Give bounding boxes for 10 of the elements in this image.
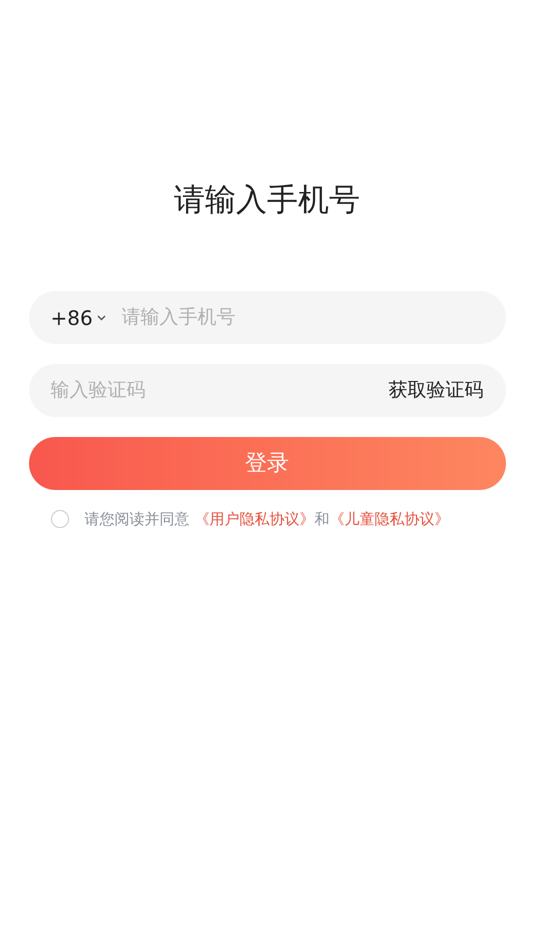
code-field[interactable]: 输入验证码 获取验证码 <box>28 364 506 417</box>
phone-field[interactable]: +86 请输入手机号 <box>28 291 506 344</box>
country-code-selector[interactable]: +86 <box>50 302 106 332</box>
agreement-text: 请您阅读并同意 《用户隐私协议》和《儿童隐私协议》 <box>84 509 450 530</box>
chevron-down-icon <box>96 314 106 320</box>
agreement-link[interactable]: 《儿童隐私协议》 <box>329 510 450 528</box>
agreement-link[interactable]: 《用户隐私协议》 <box>194 510 314 528</box>
agreement-checkbox[interactable] <box>50 510 68 528</box>
page-title: 请输入手机号 <box>174 181 360 220</box>
get-code-button[interactable]: 获取验证码 <box>388 376 484 405</box>
